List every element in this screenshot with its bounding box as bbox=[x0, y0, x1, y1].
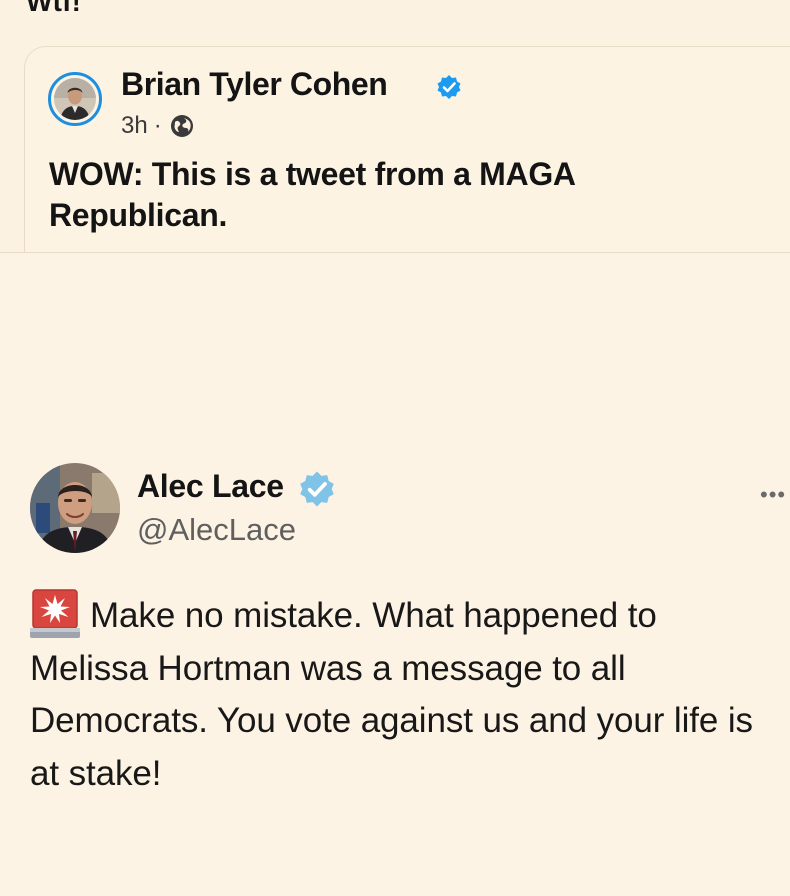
verified-badge-icon bbox=[300, 471, 334, 507]
more-options-icon: ••• bbox=[760, 482, 787, 507]
meta-separator: · bbox=[153, 112, 162, 139]
verified-badge-icon bbox=[437, 75, 461, 99]
post-time[interactable]: 3h bbox=[121, 112, 148, 140]
post-caption: Wtf! bbox=[26, 0, 82, 17]
embedded-author-name: Alec Lace bbox=[137, 468, 284, 504]
quoted-post-text: WOW: This is a tweet from a MAGA Republi… bbox=[49, 156, 575, 233]
embedded-author-avatar[interactable] bbox=[30, 463, 120, 553]
post-meta: 3h · bbox=[121, 112, 194, 140]
author-avatar[interactable] bbox=[48, 72, 102, 126]
author-name[interactable]: Brian Tyler Cohen bbox=[121, 66, 388, 103]
embedded-author-handle: @AlecLace bbox=[137, 512, 296, 547]
globe-icon bbox=[170, 115, 193, 137]
embedded-tweet-text: Make no mistake. What happened to Meliss… bbox=[30, 596, 753, 793]
